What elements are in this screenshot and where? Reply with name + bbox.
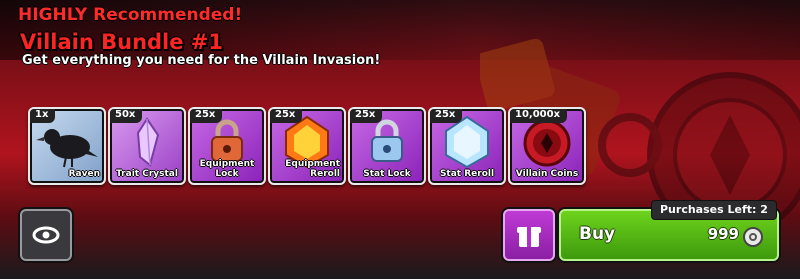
bundle-title: Villain Bundle #1 — [20, 30, 224, 54]
bundle-item-stat-reroll[interactable]: 25x Stat Reroll — [428, 107, 506, 185]
coin-icon — [743, 227, 763, 247]
item-label: Trait Crystal — [116, 169, 178, 179]
gift-icon — [517, 227, 541, 247]
buy-label: Buy — [579, 224, 616, 244]
bundle-item-raven[interactable]: 1x Raven — [28, 107, 106, 185]
item-quantity: 50x — [110, 109, 143, 123]
purchases-left-badge: Purchases Left: 2 — [651, 200, 777, 220]
bundle-item-stat-lock[interactable]: 25x Stat Lock — [348, 107, 426, 185]
item-label: Villain Coins — [515, 169, 579, 179]
item-quantity: 25x — [270, 109, 303, 123]
gift-button[interactable] — [503, 209, 555, 261]
preview-button[interactable] — [20, 209, 72, 261]
bundle-item-equipment-lock[interactable]: 25x Equipment Lock — [188, 107, 266, 185]
recommended-tag: HIGHLY Recommended! — [18, 5, 243, 25]
bundle-card: HIGHLY Recommended! Villain Bundle #1 Ge… — [0, 0, 800, 279]
bundle-item-equipment-reroll[interactable]: 25x Equipment Reroll — [268, 107, 346, 185]
bundle-subtitle: Get everything you need for the Villain … — [22, 53, 381, 68]
item-quantity: 25x — [430, 109, 463, 123]
item-label: Stat Reroll — [439, 169, 495, 179]
item-label: Stat Lock — [363, 169, 411, 179]
item-quantity: 25x — [190, 109, 223, 123]
item-quantity: 25x — [350, 109, 383, 123]
price-value: 999 — [707, 225, 739, 243]
item-quantity: 10,000x — [510, 109, 568, 123]
item-quantity: 1x — [30, 109, 56, 123]
item-label: Equipment Lock — [199, 159, 255, 179]
item-label: Equipment Reroll — [285, 159, 340, 179]
eye-icon — [32, 226, 60, 244]
item-label: Raven — [68, 169, 100, 179]
bundle-item-villain-coins[interactable]: 10,000x Villain Coins — [508, 107, 586, 185]
bundle-item-trait-crystal[interactable]: 50x Trait Crystal — [108, 107, 186, 185]
